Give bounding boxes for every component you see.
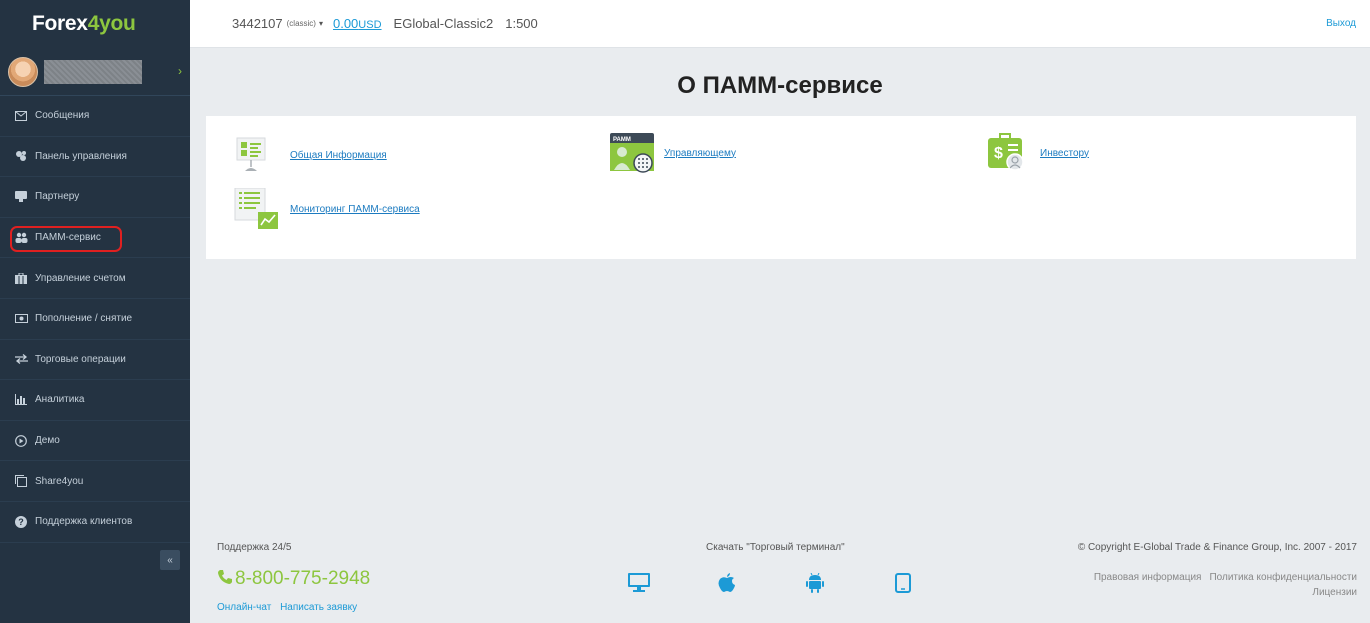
support-links: Онлайн-чат Написать заявку	[217, 602, 363, 613]
link-monitoring[interactable]: Мониторинг ПАММ-сервиса	[234, 187, 420, 230]
info-board-icon	[234, 134, 284, 176]
copy-icon	[14, 474, 28, 488]
bar-chart-icon	[14, 393, 28, 407]
account-type[interactable]: (classic)	[287, 19, 316, 28]
sidebar-item-trading-operations[interactable]: Торговые операции	[0, 340, 190, 381]
licenses-link[interactable]: Лицензии	[1312, 587, 1357, 598]
pamm-manager-icon: PAMM	[608, 132, 658, 174]
balance-currency: USD	[358, 19, 382, 31]
sidebar-item-partner[interactable]: Партнеру	[0, 177, 190, 218]
avatar	[8, 56, 38, 87]
question-circle-icon: ?	[14, 515, 28, 529]
sidebar-item-label: Торговые операции	[35, 353, 126, 365]
link-label[interactable]: Мониторинг ПАММ-сервиса	[290, 204, 420, 215]
trading-server: EGlobal-Classic2	[393, 16, 494, 31]
svg-text:?: ?	[18, 517, 24, 527]
sidebar-item-support[interactable]: ? Поддержка клиентов	[0, 502, 190, 543]
sidebar-item-demo[interactable]: Демо	[0, 421, 190, 462]
link-general-info[interactable]: Общая Информация	[234, 134, 387, 176]
apple-icon[interactable]	[716, 572, 738, 594]
download-apps	[628, 572, 980, 594]
phone-number: 8-800-775-2948	[235, 568, 371, 589]
investor-icon: $	[984, 132, 1034, 174]
sidebar-item-label: Аналитика	[35, 394, 85, 406]
sidebar-item-label: Панель управления	[35, 150, 127, 162]
briefcase-icon	[14, 271, 28, 285]
copyright: © Copyright E-Global Trade & Finance Gro…	[1077, 542, 1357, 553]
user-name-redacted	[44, 59, 142, 84]
footer: Поддержка 24/5 8-800-775-2948 Онлайн-чат…	[190, 522, 1370, 623]
play-circle-icon	[14, 434, 28, 448]
link-manager[interactable]: PAMM Управляющему	[608, 132, 736, 174]
user-profile[interactable]: ›	[0, 48, 190, 96]
online-chat-link[interactable]: Онлайн-чат	[217, 602, 271, 613]
sidebar-item-label: Партнеру	[35, 191, 80, 203]
link-label[interactable]: Общая Информация	[290, 150, 387, 161]
logo-text-forex: Forex	[32, 12, 88, 35]
sidebar-nav: Сообщения Панель управления Партнеру ПАМ…	[0, 96, 190, 543]
pamm-badge-text: PAMM	[613, 137, 631, 143]
sidebar-item-pamm[interactable]: ПАММ-сервис	[0, 218, 190, 259]
sidebar-item-label: Share4you	[35, 475, 84, 487]
write-request-link[interactable]: Написать заявку	[280, 602, 357, 613]
balance-value: 0.00	[332, 16, 359, 31]
chevron-down-icon[interactable]: ▾	[319, 19, 323, 28]
logo-text-4: 4	[87, 12, 100, 35]
logout-link[interactable]: Выход	[1326, 18, 1356, 29]
highlight-ring	[10, 225, 122, 252]
sidebar-item-messages[interactable]: Сообщения	[0, 96, 190, 137]
logo-text-you: you	[99, 12, 136, 35]
envelope-icon	[14, 109, 28, 123]
partner-icon	[14, 190, 28, 204]
link-label[interactable]: Управляющему	[664, 148, 736, 159]
legal-links: Правовая информация Политика конфиденциал…	[1086, 570, 1357, 600]
support-phone[interactable]: 8-800-775-2948	[217, 568, 370, 590]
sidebar-item-label: Сообщения	[35, 110, 90, 122]
sidebar-item-analytics[interactable]: Аналитика	[0, 380, 190, 421]
chevron-right-icon[interactable]: ›	[178, 64, 182, 78]
sidebar-item-label: Управление счетом	[35, 272, 126, 284]
desktop-icon[interactable]	[628, 572, 650, 594]
download-terminal-title: Скачать "Торговый терминал"	[706, 542, 845, 553]
sidebar-item-label: Поддержка клиентов	[35, 516, 133, 528]
support-title: Поддержка 24/5	[217, 542, 292, 553]
exchange-icon	[14, 352, 28, 366]
leverage: 1:500	[505, 16, 538, 31]
dollar-symbol: $	[994, 145, 1003, 162]
account-balance[interactable]: 0.00USD	[333, 16, 382, 31]
sidebar-item-dashboard[interactable]: Панель управления	[0, 137, 190, 178]
sidebar-item-label: Пополнение / снятие	[35, 313, 133, 325]
monitoring-icon	[234, 187, 284, 230]
link-investor[interactable]: $ Инвестору	[984, 132, 1089, 174]
page-title: О ПАММ-сервисе	[677, 72, 883, 99]
android-icon[interactable]	[804, 572, 826, 594]
sidebar-item-account-management[interactable]: Управление счетом	[0, 258, 190, 299]
dashboard-icon	[14, 149, 28, 163]
pamm-links-panel: Общая Информация PAMM Управляющему $ Инв…	[206, 116, 1356, 259]
phone-icon	[217, 569, 233, 590]
tablet-icon[interactable]	[892, 572, 914, 594]
link-label[interactable]: Инвестору	[1040, 148, 1089, 159]
privacy-policy-link[interactable]: Политика конфиденциальности	[1209, 572, 1357, 583]
collapse-sidebar-button[interactable]: «	[160, 550, 180, 570]
sidebar-item-share4you[interactable]: Share4you	[0, 461, 190, 502]
account-number[interactable]: 3442107	[232, 16, 283, 31]
sidebar-item-deposit-withdraw[interactable]: Пополнение / снятие	[0, 299, 190, 340]
legal-info-link[interactable]: Правовая информация	[1094, 572, 1202, 583]
money-icon	[14, 312, 28, 326]
sidebar: Forex 4 you › Сообщения Панель управления …	[0, 0, 190, 623]
top-bar: 3442107 (classic) ▾ 0.00USD EGlobal-Clas…	[190, 0, 1370, 48]
sidebar-item-label: Демо	[35, 435, 60, 447]
logo[interactable]: Forex 4 you	[0, 0, 190, 48]
